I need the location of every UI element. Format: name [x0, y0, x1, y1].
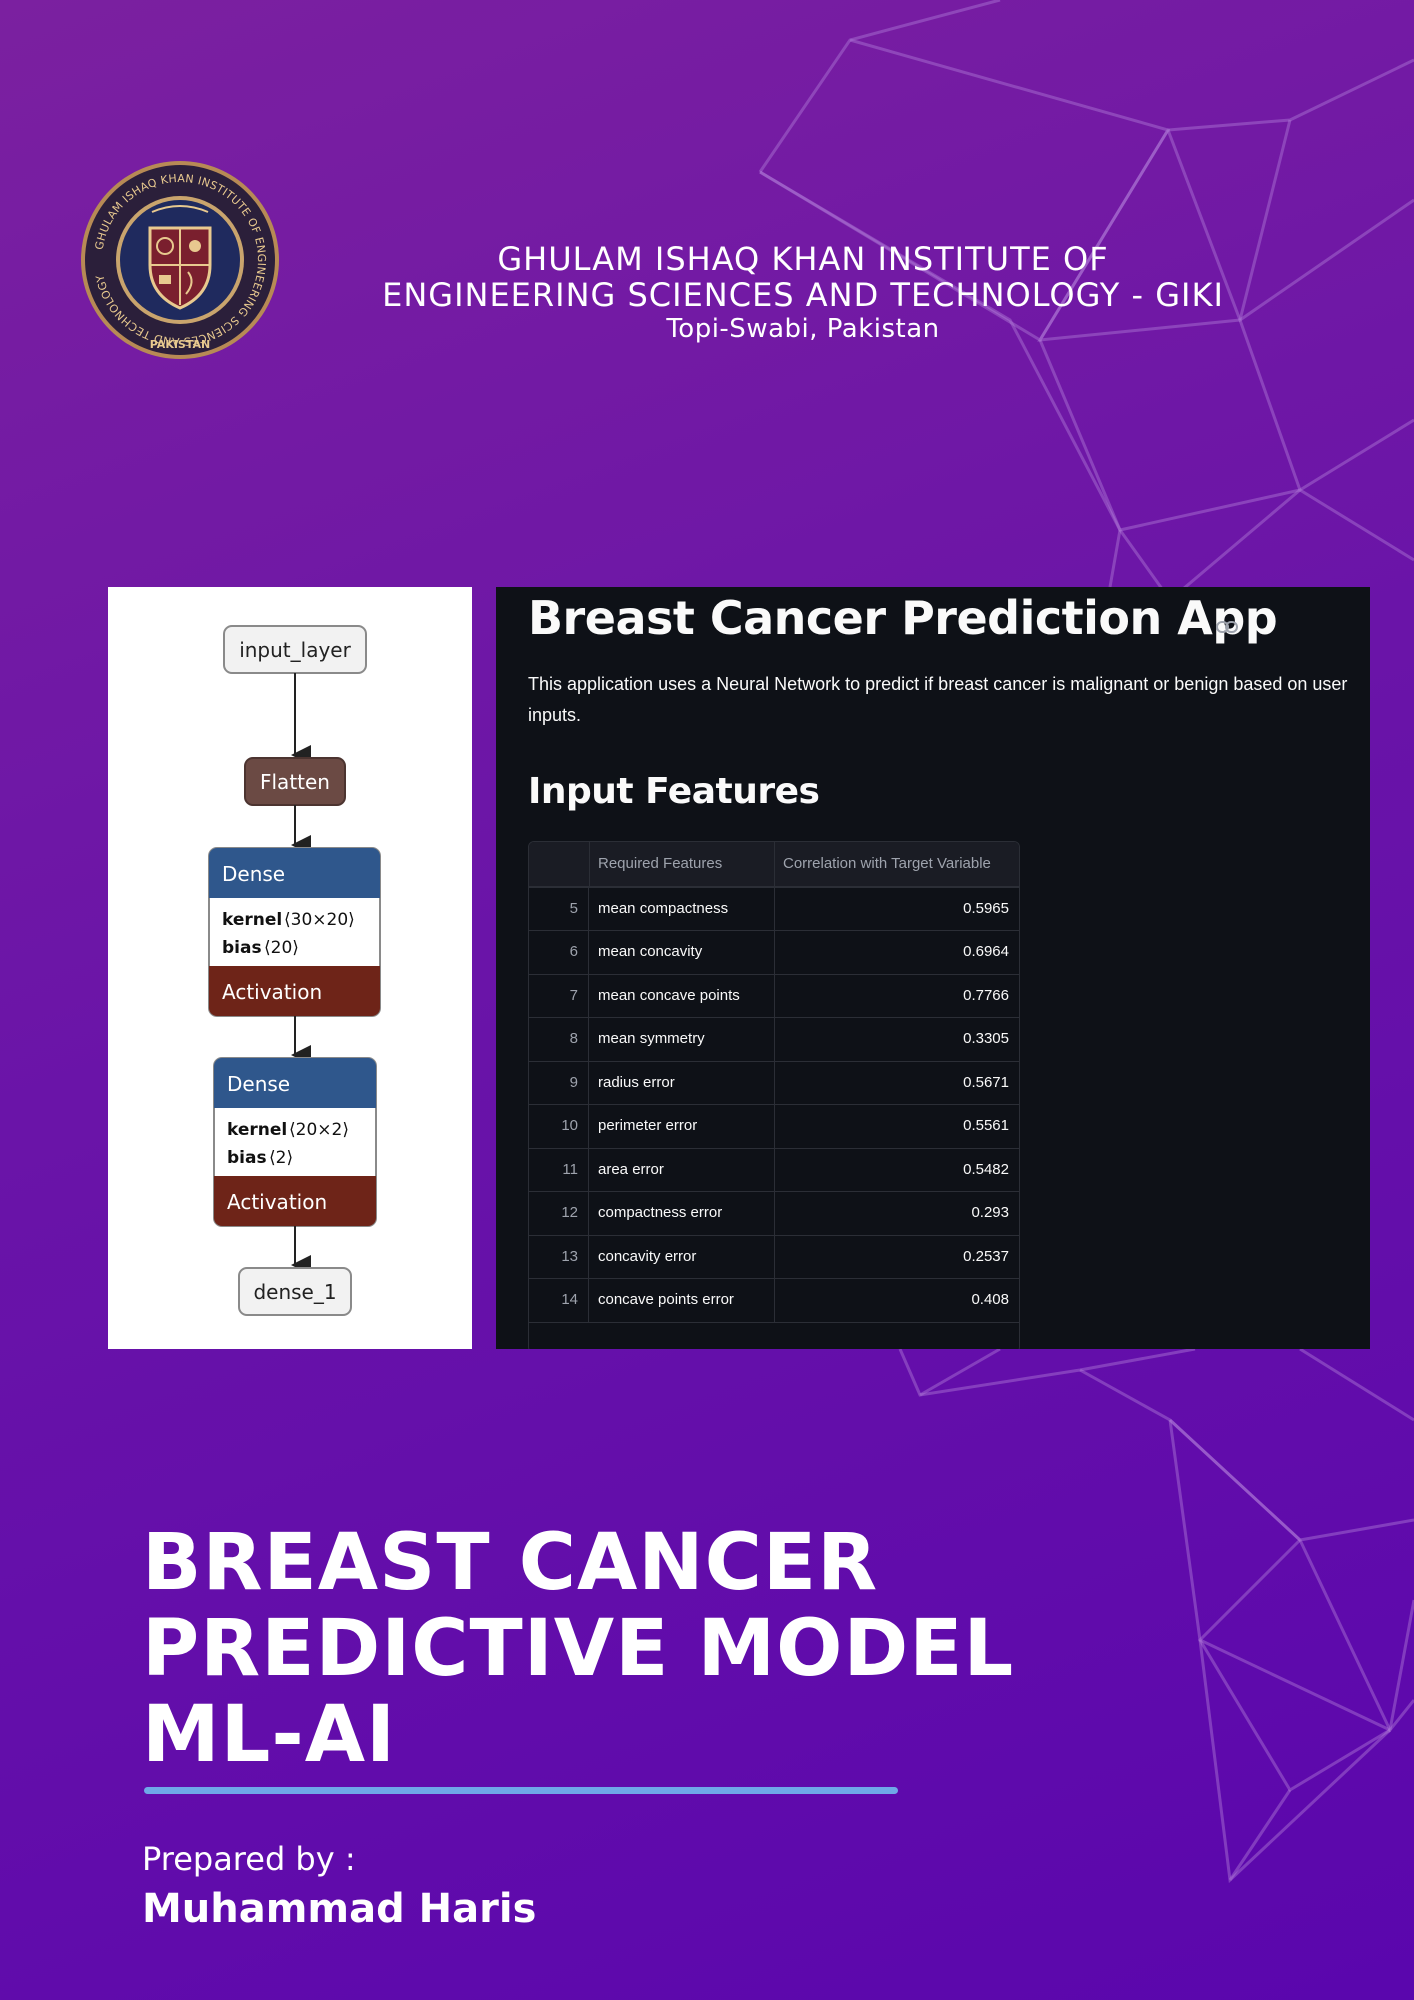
dense-2-bias-shape: ⟨2⟩ — [269, 1148, 293, 1168]
correlation-value-cell: 0.2537 — [963, 1247, 1009, 1265]
row-index-cell: 10 — [529, 1105, 589, 1148]
table-row[interactable]: 13 concavity error 0.2537 — [529, 1235, 1019, 1279]
feature-name-cell: mean concavity — [589, 931, 775, 974]
institute-location: Topi-Swabi, Pakistan — [666, 314, 940, 344]
feature-name-cell: compactness error — [589, 1192, 775, 1235]
table-row[interactable]: 14 concave points error 0.408 — [529, 1279, 1019, 1323]
dense-2-header: Dense — [227, 1072, 290, 1096]
cover-title-line-1: BREAST CANCER — [142, 1518, 879, 1608]
row-index-cell: 14 — [529, 1279, 589, 1322]
prepared-by-label: Prepared by : — [142, 1840, 356, 1878]
row-index-cell: 9 — [529, 1061, 589, 1104]
dense-2-bias-label: bias — [227, 1148, 267, 1168]
column-header-correlation[interactable]: Correlation with Target Variable — [775, 842, 1019, 886]
feature-name-cell: perimeter error — [589, 1105, 775, 1148]
table-row[interactable]: 12 compactness error 0.293 — [529, 1192, 1019, 1236]
correlation-value-cell: 0.7766 — [963, 986, 1009, 1004]
row-index-cell: 12 — [529, 1192, 589, 1235]
dense-1-activation: Activation — [222, 980, 322, 1004]
input-features-heading: Input Features — [528, 771, 820, 812]
institute-name-line-2: ENGINEERING SCIENCES AND TECHNOLOGY - GI… — [382, 276, 1224, 314]
row-index-cell: 13 — [529, 1235, 589, 1278]
correlation-value-cell: 0.5671 — [963, 1073, 1009, 1091]
table-row[interactable]: 11 area error 0.5482 — [529, 1148, 1019, 1192]
model-architecture-panel: input_layer Flatten Dense kernel ⟨30×20⟩… — [108, 587, 472, 1349]
input-features-table[interactable]: 4mean smoothness0.35865mean compactness0… — [528, 841, 1020, 1349]
correlation-value-cell: 0.5482 — [963, 1160, 1009, 1178]
correlation-value-cell: 0.5561 — [963, 1117, 1009, 1134]
dense-1-kernel-label: kernel — [222, 910, 282, 930]
row-index-cell: 5 — [529, 887, 589, 930]
cover-title-line-2: PREDICTIVE MODEL — [142, 1604, 1015, 1694]
dense-2-kernel-shape: ⟨20×2⟩ — [289, 1120, 349, 1140]
output-node-label: dense_1 — [253, 1280, 336, 1304]
dense-1-kernel-shape: ⟨30×20⟩ — [284, 910, 355, 930]
correlation-value-cell: 0.408 — [971, 1291, 1009, 1308]
institute-name-line-1: GHULAM ISHAQ KHAN INSTITUTE OF — [497, 240, 1109, 278]
table-row[interactable]: 6 mean concavity 0.6964 — [529, 931, 1019, 975]
app-description: This application uses a Neural Network t… — [528, 674, 1348, 725]
dense-1-header: Dense — [222, 862, 285, 886]
dense-block-2: Dense kernel ⟨20×2⟩ bias ⟨2⟩ Activation — [213, 1057, 377, 1227]
column-header-index[interactable] — [529, 842, 590, 886]
row-index-cell: 7 — [529, 974, 589, 1017]
table-row[interactable]: 10 perimeter error 0.5561 — [529, 1105, 1019, 1149]
table-row[interactable]: 7 mean concave points 0.7766 — [529, 974, 1019, 1018]
correlation-value-cell: 0.293 — [971, 1204, 1009, 1221]
correlation-value-cell: 0.6964 — [963, 943, 1009, 960]
row-index-cell: 11 — [529, 1148, 589, 1191]
title-underline-divider — [144, 1787, 898, 1794]
app-title: Breast Cancer Prediction App — [528, 591, 1278, 645]
column-header-required-features[interactable]: Required Features — [589, 842, 775, 886]
author-name: Muhammad Haris — [142, 1886, 537, 1932]
table-body: 4mean smoothness0.35865mean compactness0… — [529, 844, 1019, 1323]
input-layer-label: input_layer — [239, 638, 351, 662]
table-header: Required Features Correlation with Targe… — [529, 842, 1019, 887]
table-row[interactable]: 9 radius error 0.5671 — [529, 1061, 1019, 1105]
cover-title-line-3: ML-AI — [142, 1690, 397, 1780]
model-architecture-diagram: input_layer Flatten Dense kernel ⟨30×20⟩… — [208, 625, 381, 1316]
row-index-cell: 8 — [529, 1018, 589, 1061]
feature-name-cell: mean concave points — [589, 974, 775, 1017]
feature-name-cell: concave points error — [589, 1279, 775, 1322]
table-row[interactable]: 5 mean compactness 0.5965 — [529, 887, 1019, 931]
institute-seal-logo: GHULAM ISHAQ KHAN INSTITUTE OF ENGINEERI… — [81, 161, 279, 359]
app-screenshot-panel: Breast Cancer Prediction App This applic… — [496, 587, 1370, 1349]
dense-1-bias-shape: ⟨20⟩ — [264, 938, 299, 958]
svg-text:PAKISTAN: PAKISTAN — [150, 338, 210, 351]
feature-name-cell: concavity error — [589, 1235, 775, 1278]
row-index-cell: 6 — [529, 931, 589, 974]
link-icon[interactable] — [1216, 621, 1238, 633]
feature-name-cell: mean compactness — [589, 887, 775, 930]
dense-2-kernel-label: kernel — [227, 1120, 287, 1140]
correlation-value-cell: 0.3305 — [963, 1030, 1009, 1047]
feature-name-cell: radius error — [589, 1061, 775, 1104]
dense-block-1: Dense kernel ⟨30×20⟩ bias ⟨20⟩ Activatio… — [208, 847, 381, 1017]
table-row[interactable]: 8 mean symmetry 0.3305 — [529, 1018, 1019, 1062]
dense-2-activation: Activation — [227, 1190, 327, 1214]
feature-name-cell: mean symmetry — [589, 1018, 775, 1061]
correlation-value-cell: 0.5965 — [963, 899, 1009, 917]
dense-1-bias-label: bias — [222, 938, 262, 958]
flatten-label: Flatten — [260, 770, 330, 794]
feature-name-cell: area error — [589, 1148, 775, 1191]
